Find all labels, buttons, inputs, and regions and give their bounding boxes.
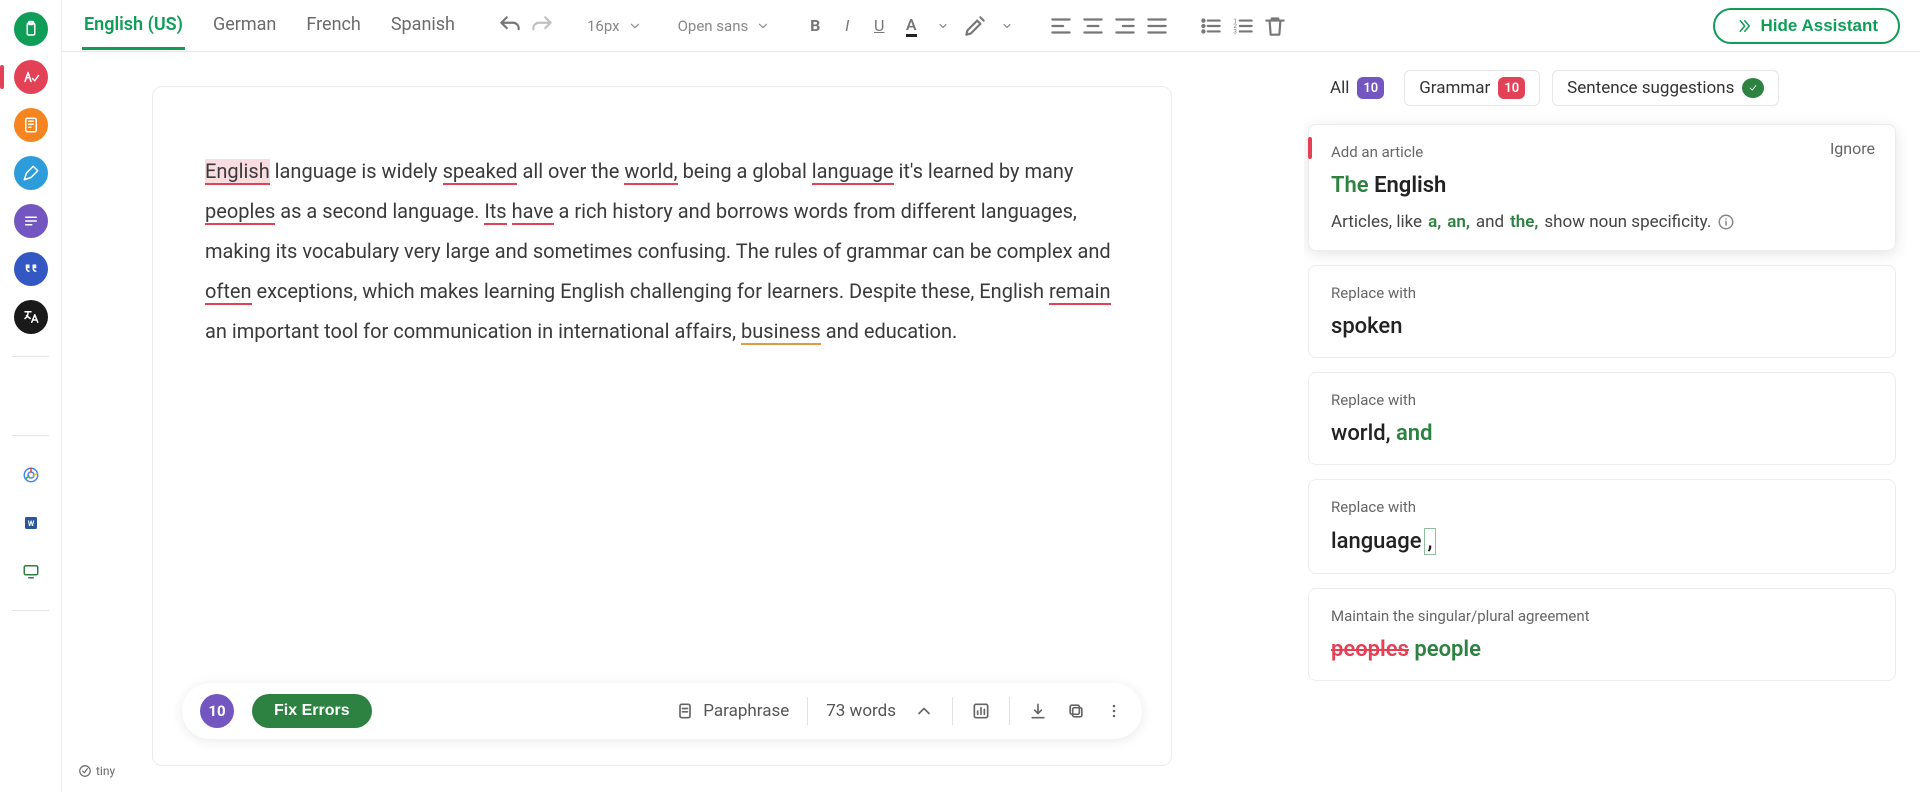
card-description: Articles, like a, an, and the, show noun…	[1331, 212, 1873, 232]
mail-icon[interactable]	[14, 681, 48, 715]
hide-assistant-button[interactable]: Hide Assistant	[1713, 8, 1900, 44]
card-value: world, and	[1331, 421, 1873, 446]
word-count-label: 73 words	[826, 701, 896, 721]
filter-all-count: 10	[1357, 77, 1384, 99]
chevrons-right-icon	[1735, 17, 1753, 35]
lang-tab-en[interactable]: English (US)	[82, 2, 185, 50]
download-icon[interactable]	[1028, 701, 1048, 721]
font-family-select[interactable]: Open sans	[674, 15, 775, 37]
monitor-icon[interactable]	[14, 554, 48, 588]
card-headline: The English	[1331, 173, 1873, 198]
tiny-label: tiny	[96, 764, 115, 778]
grammar-check-icon[interactable]	[14, 60, 48, 94]
font-size-value: 16px	[587, 17, 620, 35]
editor-card: English language is widely speaked all o…	[152, 86, 1172, 766]
suggestion-card-article[interactable]: Add an article Ignore The English Articl…	[1308, 124, 1896, 251]
svg-text:3: 3	[1233, 27, 1237, 35]
lang-tab-fr[interactable]: French	[304, 2, 362, 50]
italic-icon[interactable]: I	[834, 13, 860, 39]
align-justify-icon[interactable]	[1144, 13, 1170, 39]
separator	[12, 435, 49, 436]
error-count-badge: 10	[200, 694, 234, 728]
suggestion-card-replace[interactable]: Replace with language,	[1308, 479, 1896, 574]
card-label: Maintain the singular/plural agreement	[1331, 607, 1873, 625]
editor-text[interactable]: English language is widely speaked all o…	[205, 151, 1119, 351]
left-icon-rail: W	[0, 0, 62, 792]
card-value: peoples people	[1331, 637, 1873, 662]
text-color-icon[interactable]: A	[898, 13, 924, 39]
card-label: Replace with	[1331, 498, 1873, 516]
font-family-value: Open sans	[678, 17, 749, 35]
suggestion-card-agreement[interactable]: Maintain the singular/plural agreement p…	[1308, 588, 1896, 681]
lang-tab-es[interactable]: Spanish	[389, 2, 457, 50]
card-label: Add an article	[1331, 143, 1873, 161]
font-size-select[interactable]: 16px	[583, 15, 646, 37]
card-value: spoken	[1331, 314, 1873, 339]
filter-grammar-label: Grammar	[1419, 78, 1490, 98]
info-icon[interactable]	[1717, 213, 1735, 231]
separator	[12, 356, 49, 357]
paraphrase-button[interactable]: Paraphrase	[675, 701, 789, 721]
separator	[807, 697, 808, 725]
highlight-icon[interactable]	[962, 13, 988, 39]
card-label: Replace with	[1331, 391, 1873, 409]
pen-icon[interactable]	[14, 156, 48, 190]
chevron-up-icon[interactable]	[914, 701, 934, 721]
check-icon	[1742, 78, 1764, 98]
filter-grammar-count: 10	[1498, 77, 1525, 99]
filter-row: All 10 Grammar 10 Sentence suggestions	[1308, 70, 1896, 106]
action-bar: 10 Fix Errors Paraphrase 73 words	[182, 683, 1142, 739]
clipboard-icon[interactable]	[14, 12, 48, 46]
underline-icon[interactable]: U	[866, 13, 892, 39]
suggestion-card-replace[interactable]: Replace with spoken	[1308, 265, 1896, 358]
more-icon[interactable]	[1104, 701, 1124, 721]
separator	[12, 610, 49, 611]
separator	[952, 697, 953, 725]
card-label: Replace with	[1331, 284, 1873, 302]
hide-assistant-label: Hide Assistant	[1761, 16, 1878, 36]
filter-sentence[interactable]: Sentence suggestions	[1552, 70, 1779, 106]
assistant-panel: All 10 Grammar 10 Sentence suggestions A…	[1304, 52, 1920, 792]
stats-icon[interactable]	[971, 701, 991, 721]
highlight-dropdown-icon[interactable]	[994, 13, 1020, 39]
filter-sentence-label: Sentence suggestions	[1567, 78, 1734, 98]
ignore-button[interactable]: Ignore	[1830, 139, 1875, 158]
bullet-list-icon[interactable]	[1198, 13, 1224, 39]
copy-icon[interactable]	[1066, 701, 1086, 721]
quote-icon[interactable]	[14, 252, 48, 286]
align-right-icon[interactable]	[1112, 13, 1138, 39]
presentation-icon[interactable]	[14, 108, 48, 142]
filter-all[interactable]: All 10	[1322, 70, 1392, 106]
summarize-icon[interactable]	[14, 204, 48, 238]
numbered-list-icon[interactable]: 123	[1230, 13, 1256, 39]
lang-tab-de[interactable]: German	[211, 2, 278, 50]
word-count: 73 words	[826, 701, 896, 721]
paraphrase-icon	[675, 701, 695, 721]
text-color-dropdown-icon[interactable]	[930, 13, 956, 39]
toolbar: English (US) German French Spanish 16px …	[62, 0, 1920, 52]
fix-errors-button[interactable]: Fix Errors	[252, 694, 372, 728]
separator	[1009, 697, 1010, 725]
undo-icon[interactable]	[497, 13, 523, 39]
align-center-icon[interactable]	[1080, 13, 1106, 39]
align-left-icon[interactable]	[1048, 13, 1074, 39]
filter-grammar[interactable]: Grammar 10	[1404, 70, 1540, 106]
help-icon[interactable]	[14, 633, 48, 667]
bold-icon[interactable]: B	[802, 13, 828, 39]
language-tabs: English (US) German French Spanish	[82, 2, 481, 50]
filter-all-label: All	[1330, 78, 1349, 98]
chrome-icon[interactable]	[14, 458, 48, 492]
paraphrase-label: Paraphrase	[703, 701, 789, 721]
word-icon[interactable]: W	[14, 506, 48, 540]
suggestion-cards: Add an article Ignore The English Articl…	[1308, 124, 1896, 681]
premium-icon[interactable]	[14, 379, 48, 413]
redo-icon[interactable]	[529, 13, 555, 39]
svg-text:W: W	[27, 519, 34, 528]
suggestion-card-replace[interactable]: Replace with world, and	[1308, 372, 1896, 465]
translate-icon[interactable]	[14, 300, 48, 334]
tiny-logo: tiny	[78, 764, 115, 778]
card-value: language,	[1331, 528, 1873, 555]
trash-icon[interactable]	[1262, 13, 1288, 39]
